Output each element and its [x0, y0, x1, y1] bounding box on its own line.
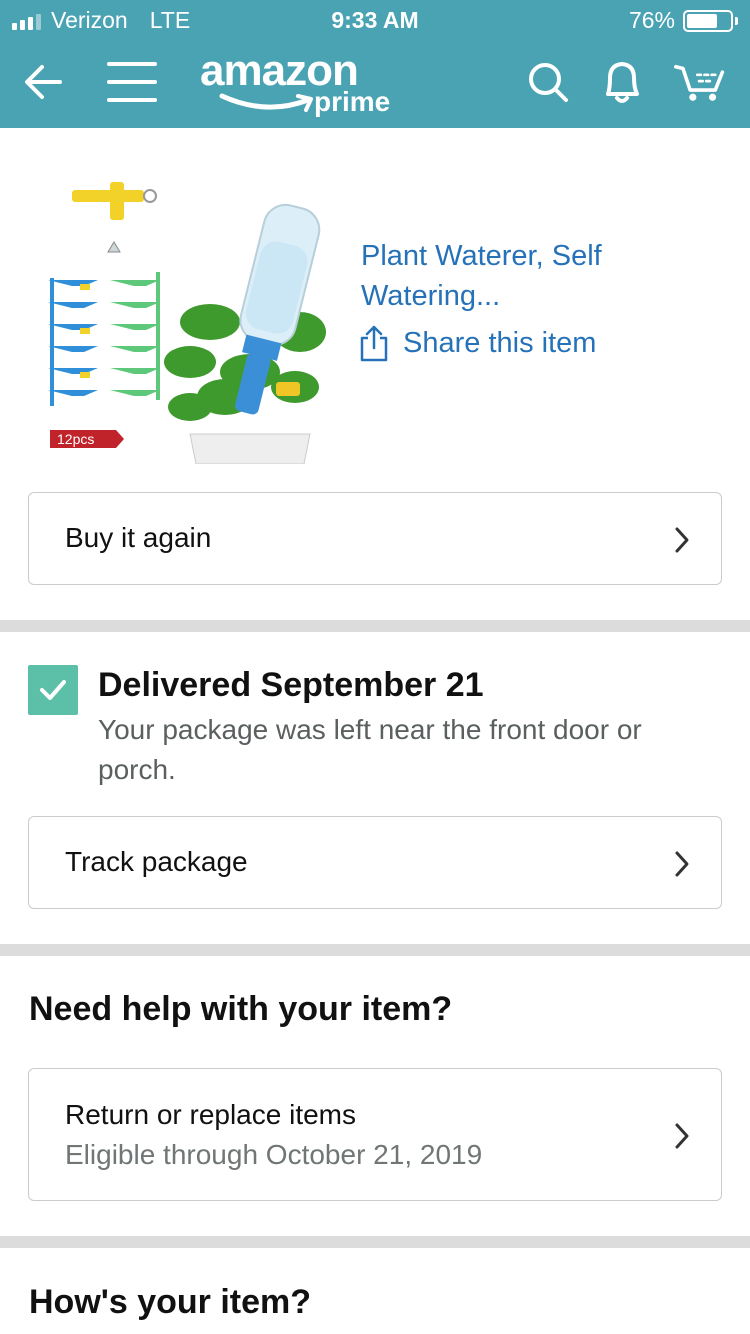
back-arrow-icon[interactable]	[18, 56, 70, 108]
amazon-prime-logo[interactable]: amazon prime	[196, 46, 406, 122]
product-title-line1: Plant Waterer, Self	[361, 240, 602, 272]
chevron-right-icon	[675, 527, 689, 553]
buy-again-label: Buy it again	[65, 522, 212, 553]
help-heading: Need help with your item?	[29, 990, 453, 1028]
logo-smile-icon	[219, 93, 313, 112]
review-heading: How's your item?	[29, 1283, 312, 1321]
return-replace-label: Return or replace items	[65, 1099, 357, 1130]
track-package-button[interactable]: Track package	[28, 816, 722, 909]
delivered-check-icon	[28, 665, 78, 715]
share-item-link[interactable]: Share this item	[359, 324, 596, 362]
buy-again-button[interactable]: Buy it again	[28, 492, 722, 585]
return-replace-button[interactable]: Return or replace items Eligible through…	[28, 1068, 722, 1201]
track-package-label: Track package	[65, 846, 248, 877]
section-divider	[0, 944, 750, 956]
section-divider	[0, 1236, 750, 1248]
product-image[interactable]: 12pcs	[40, 172, 332, 465]
chevron-right-icon	[675, 851, 689, 877]
app-header: Verizon LTE 9:33 AM 76% amazon prime	[0, 0, 750, 128]
menu-icon[interactable]	[106, 56, 158, 108]
cart-icon[interactable]	[674, 56, 726, 108]
product-section: 12pcs Plant Waterer, Self Watering... Sh…	[0, 128, 750, 620]
product-title-line2: Watering...	[361, 280, 501, 312]
badge-text: 12pcs	[57, 431, 94, 447]
search-icon[interactable]	[522, 56, 574, 108]
delivery-status-title: Delivered September 21	[98, 666, 484, 704]
return-eligibility: Eligible through October 21, 2019	[65, 1139, 483, 1170]
battery-percent: 76%	[628, 7, 675, 33]
status-right: 76%	[629, 7, 738, 34]
status-bar: Verizon LTE 9:33 AM 76%	[0, 0, 750, 40]
bell-icon[interactable]	[596, 56, 648, 108]
share-icon	[360, 325, 388, 362]
delivery-message: Your package was left near the front doo…	[98, 714, 642, 785]
nav-bar: amazon prime	[0, 40, 750, 128]
share-label: Share this item	[403, 326, 597, 359]
logo-prime-text: prime	[314, 86, 391, 117]
product-title-link[interactable]: Plant Waterer, Self Watering...	[361, 236, 721, 316]
chevron-right-icon	[675, 1123, 689, 1149]
battery-icon	[683, 9, 733, 32]
section-divider	[0, 620, 750, 632]
